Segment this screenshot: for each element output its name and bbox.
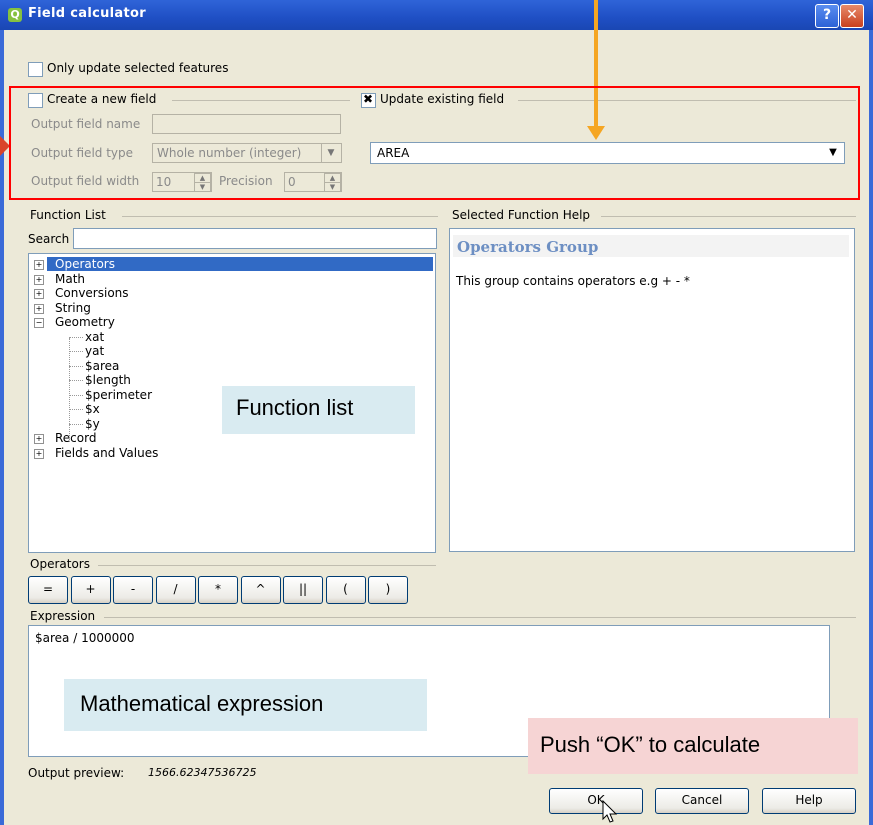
- operators-title: Operators: [30, 557, 90, 571]
- function-item-label: $x: [85, 402, 100, 416]
- help-button[interactable]: Help: [762, 788, 856, 814]
- expand-icon[interactable]: +: [34, 289, 44, 299]
- expand-icon[interactable]: +: [34, 448, 44, 459]
- tree-connector: [69, 336, 83, 338]
- function-item-label: Fields and Values: [55, 445, 159, 460]
- function-group[interactable]: Operators: [47, 257, 433, 271]
- tree-connector: [69, 380, 83, 381]
- help-heading: Operators Group: [457, 238, 599, 256]
- operators-group-line: [98, 565, 436, 566]
- only-selected-label: Only update selected features: [47, 61, 229, 75]
- operator-button[interactable]: -: [113, 576, 153, 604]
- expression-title: Expression: [30, 609, 96, 623]
- function-item-label: String: [55, 300, 91, 315]
- operator-button[interactable]: =: [28, 576, 68, 604]
- output-preview-value: 1566.62347536725: [148, 766, 257, 779]
- tree-connector: [69, 338, 70, 442]
- only-selected-checkbox[interactable]: [28, 62, 43, 77]
- help-group-line: [601, 216, 856, 217]
- search-input[interactable]: [73, 228, 437, 249]
- operator-button[interactable]: ): [368, 576, 408, 604]
- function-item-label: $perimeter: [85, 387, 152, 402]
- window-title: Field calculator: [28, 6, 146, 21]
- tree-connector: [69, 423, 83, 425]
- callout-ok: Push “OK” to calculate: [540, 732, 761, 757]
- expression-text: $area / 1000000: [35, 631, 135, 645]
- function-help-panel: Operators Group This group contains oper…: [449, 228, 855, 552]
- help-title: Selected Function Help: [452, 208, 591, 222]
- function-item-label: Geometry: [55, 315, 115, 329]
- function-item-label: Math: [55, 271, 86, 286]
- cancel-button[interactable]: Cancel: [655, 788, 749, 814]
- function-item-label: xat: [85, 329, 105, 344]
- operator-button[interactable]: +: [70, 576, 111, 604]
- callout-function-list: Function list: [236, 395, 354, 420]
- help-body: This group contains operators e.g + - *: [456, 274, 690, 288]
- collapse-icon[interactable]: −: [34, 318, 44, 328]
- expand-icon[interactable]: +: [34, 434, 44, 444]
- operator-button[interactable]: ||: [283, 576, 323, 604]
- function-list-title: Function List: [30, 208, 106, 222]
- arrow-stub-top: [594, 0, 598, 10]
- output-preview-label: Output preview:: [28, 766, 125, 780]
- title-bar[interactable]: Q Field calculator ? ✕: [0, 0, 873, 30]
- tree-connector: [69, 409, 83, 410]
- function-item-label: Operators: [55, 257, 115, 271]
- callout-expression: Mathematical expression: [80, 691, 324, 716]
- close-icon[interactable]: ✕: [840, 4, 864, 28]
- expand-icon[interactable]: +: [34, 303, 44, 314]
- tree-connector: [69, 351, 83, 352]
- function-item-label: Conversions: [55, 286, 129, 300]
- function-item-label: Record: [55, 431, 97, 445]
- search-label: Search: [28, 232, 70, 246]
- function-item-label: yat: [85, 344, 105, 358]
- function-item-label: $y: [85, 416, 100, 431]
- qgis-app-icon: Q: [8, 8, 22, 22]
- expression-group-line: [104, 617, 856, 618]
- highlight-box: [9, 86, 860, 200]
- tree-connector: [69, 365, 83, 367]
- expand-icon[interactable]: +: [34, 260, 44, 270]
- help-icon[interactable]: ?: [815, 4, 839, 28]
- function-item-label: $length: [85, 373, 131, 387]
- expand-icon[interactable]: +: [34, 274, 44, 285]
- operator-button[interactable]: *: [198, 576, 238, 604]
- ok-button[interactable]: OK: [549, 788, 643, 814]
- mouse-cursor-icon: [602, 800, 618, 823]
- tree-connector: [69, 394, 83, 396]
- function-list-group-line: [122, 216, 438, 217]
- operator-button[interactable]: (: [325, 576, 366, 604]
- function-item-label: $area: [85, 358, 120, 373]
- operator-button[interactable]: /: [155, 576, 196, 604]
- operator-button[interactable]: ^: [240, 576, 281, 604]
